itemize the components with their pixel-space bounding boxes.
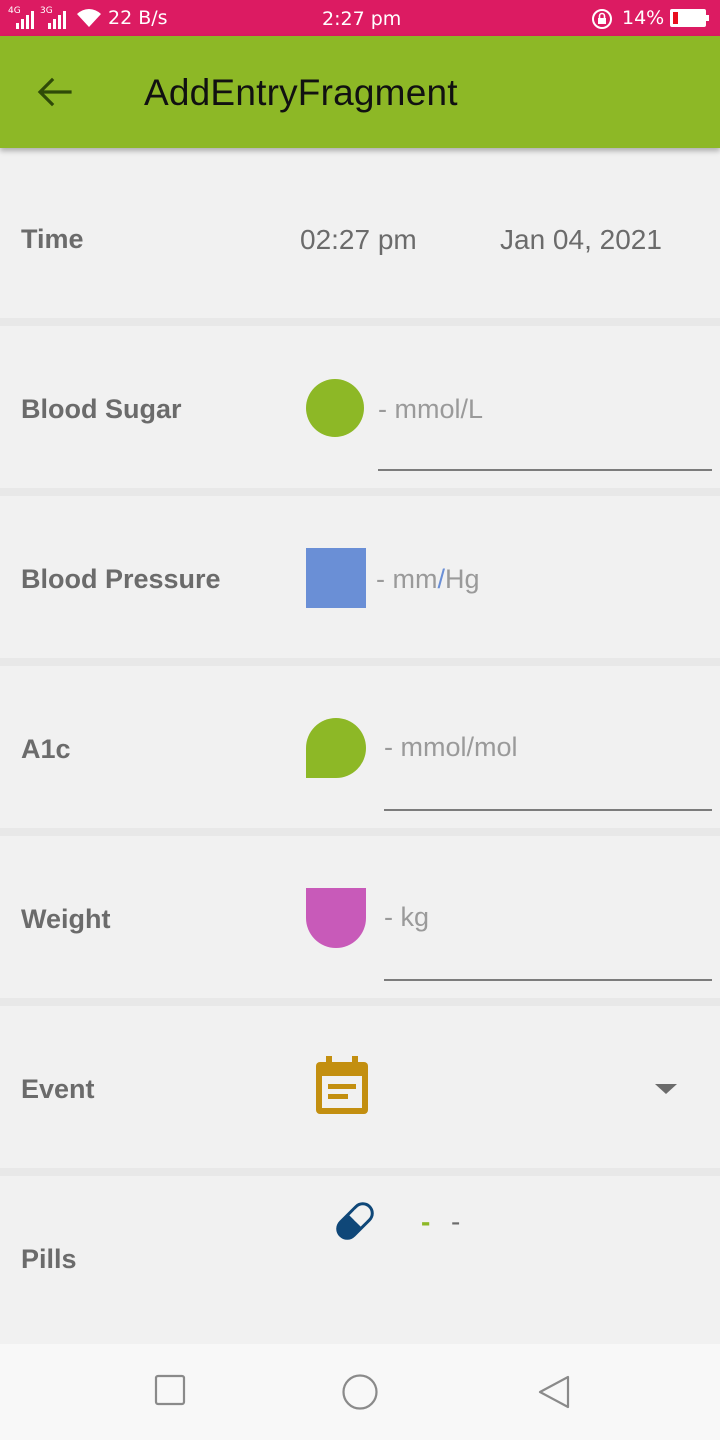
time-row: Time 02:27 pm Jan 04, 2021 [0, 148, 720, 318]
pill-icon [336, 1202, 374, 1240]
row-divider [0, 488, 720, 496]
back-triangle-icon[interactable] [536, 1374, 572, 1410]
blood-sugar-row: Blood Sugar - mmol/L [0, 326, 720, 488]
blood-pressure-row: Blood Pressure - mm/Hg [0, 496, 720, 658]
page-title: AddEntryFragment [144, 72, 458, 113]
home-icon[interactable] [341, 1373, 379, 1411]
blood-pressure-systolic[interactable]: - mm [376, 564, 437, 594]
event-label: Event [21, 1074, 95, 1104]
status-bar: 4G 3G 22 B/s 2:27 pm 14% [0, 0, 720, 36]
blood-pressure-unit[interactable]: Hg [445, 564, 480, 594]
blood-pressure-input[interactable]: - mm/Hg [376, 564, 480, 595]
event-dropdown-arrow-icon[interactable] [655, 1084, 677, 1094]
blood-pressure-label: Blood Pressure [21, 564, 221, 594]
app-bar: AddEntryFragment [0, 36, 720, 148]
a1c-leaf-icon [306, 718, 366, 778]
status-clock: 2:27 pm [322, 8, 402, 30]
cell-signal-3g-icon: 3G [40, 7, 66, 29]
weight-underline [384, 979, 712, 981]
weight-label: Weight [21, 904, 111, 934]
blood-sugar-circle-icon [306, 379, 364, 437]
date-picker[interactable]: Jan 04, 2021 [500, 224, 662, 256]
time-picker[interactable]: 02:27 pm [300, 224, 417, 256]
network-type-label: 4G [8, 6, 21, 16]
battery-percent: 14% [622, 7, 665, 29]
wifi-icon [77, 9, 101, 27]
network-type-label: 3G [40, 6, 53, 16]
cell-signal-4g-icon: 4G [8, 7, 34, 29]
row-divider [0, 1168, 720, 1176]
time-label: Time [21, 224, 84, 254]
back-arrow-icon[interactable] [34, 74, 74, 110]
battery-icon [670, 9, 709, 27]
weight-cup-icon [306, 888, 366, 948]
a1c-row: A1c - mmol/mol [0, 666, 720, 828]
weight-input[interactable]: - kg [384, 902, 429, 933]
calendar-event-icon [316, 1056, 368, 1114]
row-divider [0, 828, 720, 836]
blood-pressure-slash: / [437, 564, 445, 594]
a1c-underline [384, 809, 712, 811]
pills-dash-gray: - [451, 1206, 461, 1237]
rotation-lock-icon [592, 9, 612, 29]
row-divider [0, 998, 720, 1006]
pills-label: Pills [21, 1244, 77, 1274]
blood-sugar-input[interactable]: - mmol/L [378, 394, 483, 425]
recent-apps-icon[interactable] [154, 1374, 186, 1406]
pills-row[interactable]: Pills - - [0, 1176, 720, 1344]
blood-sugar-label: Blood Sugar [21, 394, 182, 424]
blood-sugar-underline [378, 469, 712, 471]
a1c-label: A1c [21, 734, 71, 764]
row-divider [0, 318, 720, 326]
row-divider [0, 658, 720, 666]
pills-dash-green: - [421, 1206, 431, 1237]
network-speed: 22 B/s [108, 7, 168, 29]
event-row[interactable]: Event [0, 1006, 720, 1168]
a1c-input[interactable]: - mmol/mol [384, 732, 518, 763]
navigation-bar [0, 1344, 720, 1440]
weight-row: Weight - kg [0, 836, 720, 998]
blood-pressure-square-icon [306, 548, 366, 608]
